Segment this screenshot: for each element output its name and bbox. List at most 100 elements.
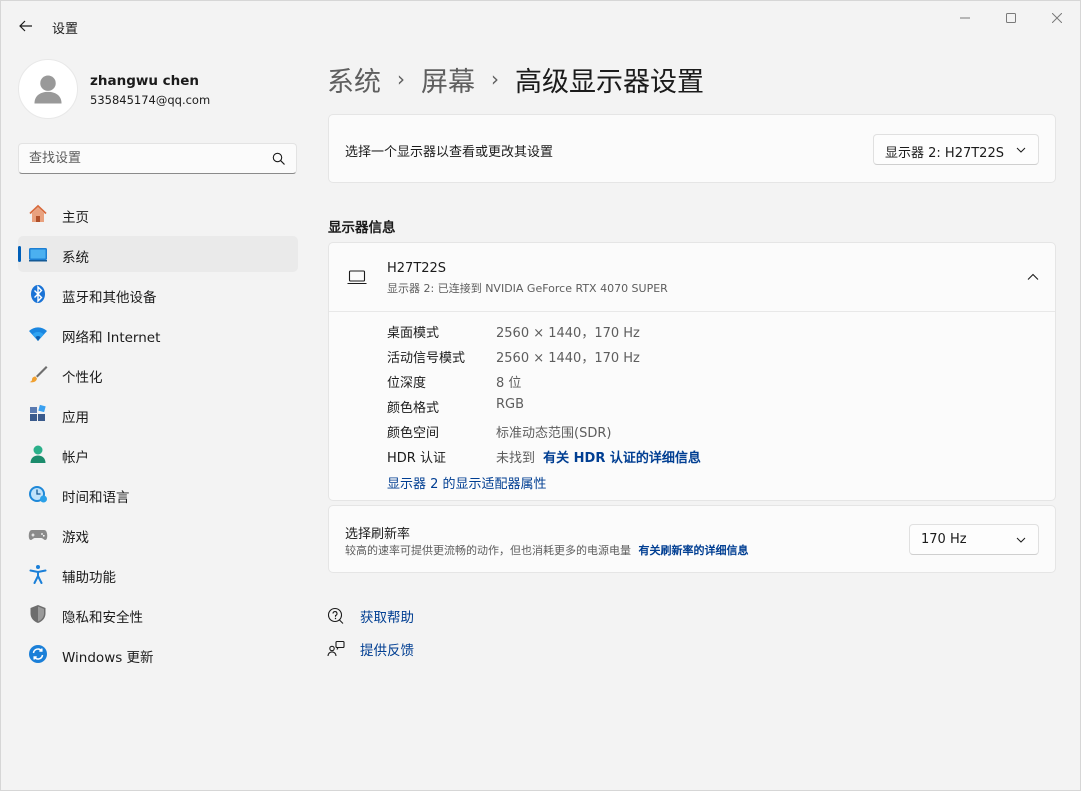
sidebar-item-label: Windows 更新 [62,650,154,666]
sidebar-item-label: 主页 [62,210,89,226]
sidebar-item-label: 个性化 [62,370,103,386]
sidebar-item-label: 游戏 [62,530,89,546]
search-icon[interactable] [272,152,286,166]
user-silhouette-icon [34,75,62,104]
info-label: 颜色空间 [387,426,440,441]
sidebar-item-personalization[interactable]: 个性化 [18,356,298,392]
select-display-card: 选择一个显示器以查看或更改其设置 显示器 2: H27T22S [328,114,1056,183]
system-display-icon [28,244,48,264]
breadcrumb-display[interactable]: 屏幕 [421,60,475,99]
display-select-dropdown[interactable]: 显示器 2: H27T22S [873,134,1039,165]
sidebar-item-home[interactable]: 主页 [18,196,298,232]
minimize-icon [960,17,970,19]
info-value: 未找到 有关 HDR 认证的详细信息 [496,447,701,466]
maximize-icon [1006,13,1016,23]
chevron-up-icon[interactable] [1027,271,1039,283]
display-info-header[interactable]: H27T22S 显示器 2: 已连接到 NVIDIA GeForce RTX 4… [329,243,1055,312]
breadcrumb-separator: › [491,67,499,91]
bluetooth-icon [28,284,48,304]
wifi-icon [28,324,48,344]
sidebar-item-accounts[interactable]: 帐户 [18,436,298,472]
sidebar-item-apps[interactable]: 应用 [18,396,298,432]
accessibility-icon [28,564,48,584]
hdr-details-link[interactable]: 有关 HDR 认证的详细信息 [543,451,701,466]
info-label: 位深度 [387,376,427,391]
gamepad-icon [28,524,48,544]
search-box [18,143,297,174]
user-profile[interactable]: zhangwu chen 535845174@qq.com [18,59,298,119]
sidebar-item-bluetooth[interactable]: 蓝牙和其他设备 [18,276,298,312]
sidebar-item-label: 应用 [62,410,89,426]
get-help-link[interactable]: 获取帮助 [327,604,414,628]
get-help-label: 获取帮助 [360,610,414,626]
give-feedback-label: 提供反馈 [360,643,414,659]
info-label: 活动信号模式 [387,351,466,366]
help-chat-icon [327,607,345,625]
feedback-icon [327,640,345,658]
app-title: 设置 [52,22,79,37]
apps-icon [28,404,48,424]
time-language-icon [28,484,48,504]
hdr-status: 未找到 [496,451,536,466]
account-icon [28,444,48,464]
user-email: 535845174@qq.com [90,93,211,107]
sidebar-item-time-language[interactable]: 时间和语言 [18,476,298,512]
refresh-rate-card: 选择刷新率 较高的速率可提供更流畅的动作，但也消耗更多的电源电量 有关刷新率的详… [328,505,1056,573]
sidebar-item-accessibility[interactable]: 辅助功能 [18,556,298,592]
close-icon [1052,13,1062,23]
title-bar: 设置 [1,1,1080,49]
sidebar-item-label: 网络和 Internet [62,330,161,346]
monitor-name: H27T22S [387,261,447,276]
info-label: 桌面模式 [387,326,440,341]
laptop-icon [347,270,367,285]
shield-icon [28,604,48,624]
display-info-heading: 显示器信息 [328,220,396,236]
sidebar-item-label: 帐户 [62,450,89,466]
info-label: 颜色格式 [387,401,440,416]
sidebar-item-label: 隐私和安全性 [62,610,143,626]
monitor-connection: 显示器 2: 已连接到 NVIDIA GeForce RTX 4070 SUPE… [387,282,668,295]
info-value: 标准动态范围(SDR) [496,426,612,441]
refresh-rate-desc-text: 较高的速率可提供更流畅的动作，但也消耗更多的电源电量 [345,544,631,557]
close-button[interactable] [1034,1,1080,35]
refresh-rate-dropdown[interactable]: 170 Hz [909,524,1039,555]
sidebar-item-label: 时间和语言 [62,490,130,506]
chevron-down-icon [1016,147,1026,153]
user-name: zhangwu chen [90,73,200,89]
breadcrumb-system[interactable]: 系统 [327,60,381,99]
sidebar-item-privacy[interactable]: 隐私和安全性 [18,596,298,632]
info-value: RGB [496,397,525,412]
info-label: HDR 认证 [387,451,446,466]
search-input[interactable] [29,144,259,173]
sidebar-item-label: 辅助功能 [62,570,116,586]
chevron-down-icon [1016,537,1026,543]
sidebar-nav: 主页 系统 蓝牙和其他设备 网络和 Internet 个性化 应用 帐户 时间和… [18,196,298,676]
sidebar-item-windows-update[interactable]: Windows 更新 [18,636,298,672]
page-title: 高级显示器设置 [515,66,704,98]
minimize-button[interactable] [942,1,988,35]
refresh-rate-description: 较高的速率可提供更流畅的动作，但也消耗更多的电源电量 有关刷新率的详细信息 [345,542,749,558]
display-select-value: 显示器 2: H27T22S [885,146,1004,161]
maximize-button[interactable] [988,1,1034,35]
windows-update-icon [28,644,48,664]
sidebar-item-gaming[interactable]: 游戏 [18,516,298,552]
adapter-properties-link[interactable]: 显示器 2 的显示适配器属性 [387,473,547,492]
give-feedback-link[interactable]: 提供反馈 [327,637,414,661]
sidebar-item-system[interactable]: 系统 [18,236,298,272]
refresh-rate-link[interactable]: 有关刷新率的详细信息 [639,544,749,557]
refresh-rate-title: 选择刷新率 [345,527,411,542]
info-value: 8 位 [496,376,522,391]
info-value: 2560 × 1440，170 Hz [496,351,640,366]
brush-icon [28,364,48,384]
sidebar-item-label: 系统 [62,250,89,266]
breadcrumb: 系统 › 屏幕 › 高级显示器设置 [327,59,704,99]
breadcrumb-separator: › [397,67,405,91]
select-display-label: 选择一个显示器以查看或更改其设置 [345,145,554,160]
arrow-left-icon [19,20,32,32]
back-button[interactable] [13,13,39,39]
avatar [18,59,78,119]
sidebar-item-network[interactable]: 网络和 Internet [18,316,298,352]
sidebar-item-label: 蓝牙和其他设备 [62,290,157,306]
display-info-card: H27T22S 显示器 2: 已连接到 NVIDIA GeForce RTX 4… [328,242,1056,501]
refresh-rate-value: 170 Hz [921,532,967,547]
